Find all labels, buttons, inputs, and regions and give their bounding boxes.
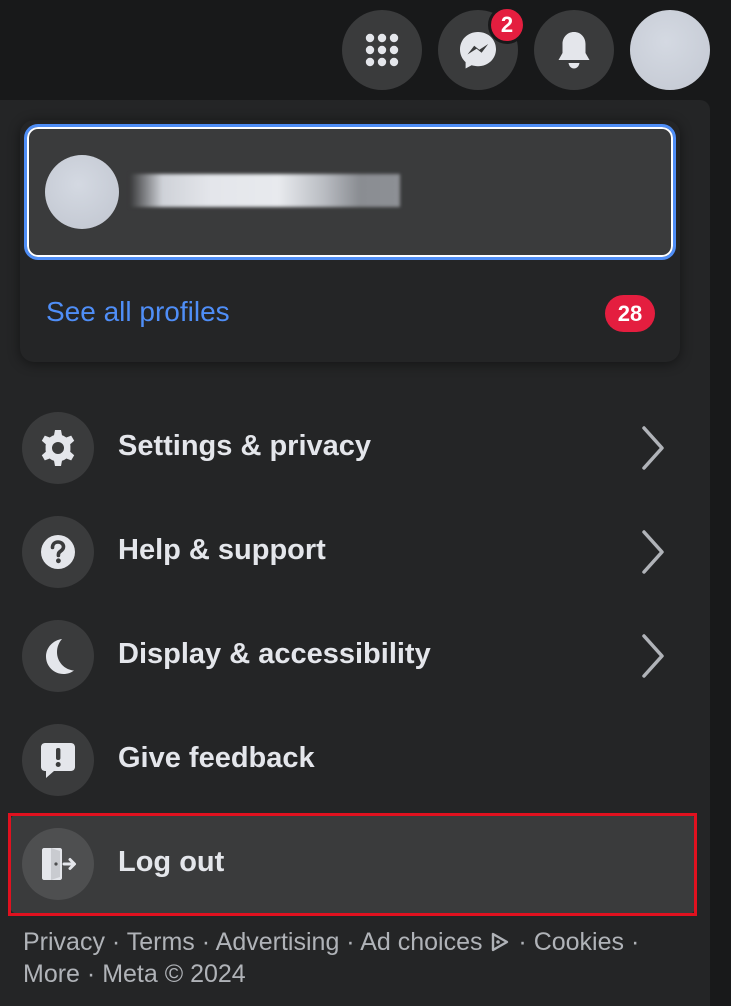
menu-item-label: Settings & privacy <box>118 430 372 462</box>
footer-ad-choices-link[interactable]: Ad choices <box>360 928 482 956</box>
menu-icon-circle <box>22 620 94 692</box>
menu-item-help-support[interactable]: Help & support <box>10 502 696 602</box>
footer-more-link[interactable]: More <box>23 960 80 988</box>
footer-copyright: Meta © 2024 <box>102 960 246 988</box>
menu-icon-circle <box>22 412 94 484</box>
menu-item-label: Display & accessibility <box>118 638 431 670</box>
menu-item-label: Log out <box>118 846 225 878</box>
notifications-button[interactable] <box>534 10 614 90</box>
avatar[interactable] <box>630 10 710 90</box>
footer-privacy-link[interactable]: Privacy <box>23 928 105 956</box>
profile-avatar <box>45 155 119 229</box>
menu-item-label: Give feedback <box>118 742 315 774</box>
separator: · <box>346 928 355 956</box>
footer-terms-link[interactable]: Terms <box>127 928 195 956</box>
separator: · <box>111 928 121 956</box>
footer-links: Privacy · Terms · Advertising · Ad choic… <box>23 926 663 990</box>
menu-icon-circle <box>22 724 94 796</box>
menu-icon-circle <box>22 828 94 900</box>
top-navigation-bar: 2 <box>0 0 731 104</box>
menu-item-display-accessibility[interactable]: Display & accessibility <box>10 606 696 706</box>
question-icon <box>41 535 75 569</box>
messenger-badge: 2 <box>488 6 526 44</box>
menu-icon-circle <box>22 516 94 588</box>
ad-choices-icon <box>492 932 509 952</box>
bell-icon <box>558 32 590 69</box>
feedback-icon <box>41 743 75 778</box>
chevron-right-icon <box>642 426 664 470</box>
logout-icon <box>42 848 76 880</box>
separator: · <box>86 960 96 988</box>
footer-advertising-link[interactable]: Advertising <box>216 928 340 956</box>
menu-item-give-feedback[interactable]: Give feedback <box>10 710 696 810</box>
messenger-button[interactable]: 2 <box>438 6 526 90</box>
profile-name-redacted <box>130 174 400 207</box>
profiles-badge: 28 <box>605 295 655 332</box>
menu-item-settings-privacy[interactable]: Settings & privacy <box>10 398 696 498</box>
footer-cookies-link[interactable]: Cookies <box>534 928 624 956</box>
menu-button[interactable] <box>342 10 422 90</box>
menu-item-label: Help & support <box>118 534 326 566</box>
grid-menu-icon <box>365 33 399 67</box>
chevron-right-icon <box>642 634 664 678</box>
separator: · <box>630 928 640 956</box>
separator: · <box>201 928 211 956</box>
gear-icon <box>41 430 75 466</box>
chevron-right-icon <box>642 530 664 574</box>
moon-icon <box>46 639 74 674</box>
separator: · <box>518 928 527 956</box>
see-all-profiles-link[interactable]: See all profiles <box>46 296 230 328</box>
menu-item-log-out[interactable]: Log out <box>10 814 696 914</box>
